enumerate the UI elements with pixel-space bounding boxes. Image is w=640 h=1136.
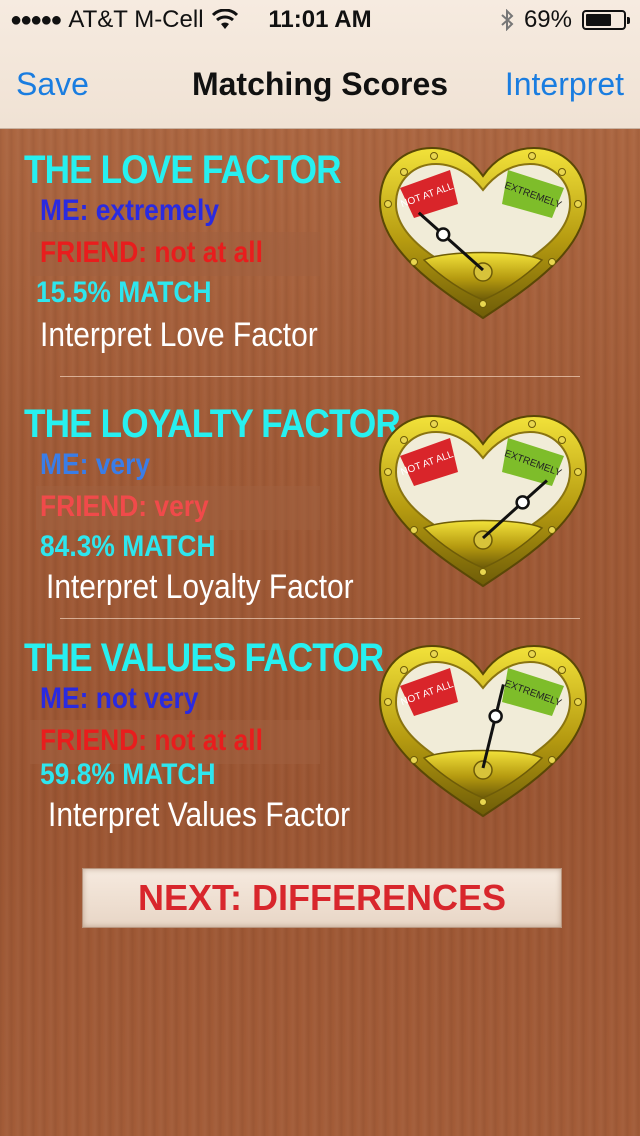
interpret-button[interactable]: Interpret <box>505 66 624 103</box>
rivet <box>558 168 566 176</box>
values-factor-section: THE VALUES FACTOR ME: not very FRIEND: n… <box>0 636 640 876</box>
factor-title: THE VALUES FACTOR <box>24 636 384 680</box>
me-answer: ME: not very <box>40 682 199 715</box>
friend-answer: FRIEND: very <box>40 490 209 523</box>
interpret-love-link[interactable]: Interpret Love Factor <box>40 316 318 355</box>
match-percent: 59.8% MATCH <box>40 758 216 791</box>
rivet <box>410 258 418 266</box>
friend-answer: FRIEND: not at all <box>40 724 263 757</box>
match-percent: 84.3% MATCH <box>40 530 216 563</box>
needle-ring <box>488 708 503 724</box>
interpret-values-link[interactable]: Interpret Values Factor <box>48 796 350 835</box>
rivet <box>548 756 556 764</box>
friend-answer: FRIEND: not at all <box>40 236 263 269</box>
next-differences-button[interactable]: NEXT: DIFFERENCES <box>82 868 562 928</box>
battery-icon <box>582 10 630 30</box>
love-factor-section: THE LOVE FACTOR ME: extremely FRIEND: no… <box>0 146 640 388</box>
loyalty-factor-section: THE LOYALTY FACTOR ME: very FRIEND: very… <box>0 402 640 642</box>
love-gauge-icon: NOT AT ALL EXTREMELY <box>378 146 588 320</box>
rivet <box>479 300 487 308</box>
bluetooth-icon <box>501 9 514 31</box>
rivet <box>400 666 408 674</box>
rivet <box>410 526 418 534</box>
rivet <box>400 168 408 176</box>
factor-title: THE LOYALTY FACTOR <box>24 402 401 446</box>
battery-percent: 69% <box>523 6 572 33</box>
match-percent: 15.5% MATCH <box>36 276 212 309</box>
me-answer: ME: very <box>40 448 151 481</box>
rivet <box>384 200 392 208</box>
status-bar: ●●●●● AT&T M-Cell 11:01 AM 69% <box>0 6 640 36</box>
rivet <box>548 258 556 266</box>
rivet <box>528 420 536 428</box>
rivet <box>574 468 582 476</box>
rivet <box>430 650 438 658</box>
rivet <box>479 798 487 806</box>
rivet <box>384 468 392 476</box>
rivet <box>574 200 582 208</box>
rivet <box>528 152 536 160</box>
me-answer: ME: extremely <box>40 194 220 227</box>
values-gauge-icon: NOT AT ALL EXTREMELY <box>378 644 588 818</box>
rivet <box>528 650 536 658</box>
rivet <box>558 436 566 444</box>
rivet <box>548 526 556 534</box>
factor-title: THE LOVE FACTOR <box>24 148 342 192</box>
rivet <box>430 152 438 160</box>
navigation-bar: Save Matching Scores Interpret <box>0 60 640 110</box>
rivet <box>479 568 487 576</box>
rivet <box>384 698 392 706</box>
interpret-loyalty-link[interactable]: Interpret Loyalty Factor <box>46 568 354 607</box>
loyalty-gauge-icon: NOT AT ALL EXTREMELY <box>378 414 588 588</box>
rivet <box>400 436 408 444</box>
rivet <box>558 666 566 674</box>
rivet <box>430 420 438 428</box>
needle-ring <box>515 495 530 510</box>
top-bar: ●●●●● AT&T M-Cell 11:01 AM 69% Save Matc… <box>0 0 640 129</box>
rivet <box>574 698 582 706</box>
divider <box>60 376 580 377</box>
divider <box>60 618 580 619</box>
rivet <box>410 756 418 764</box>
needle-ring <box>435 227 451 242</box>
